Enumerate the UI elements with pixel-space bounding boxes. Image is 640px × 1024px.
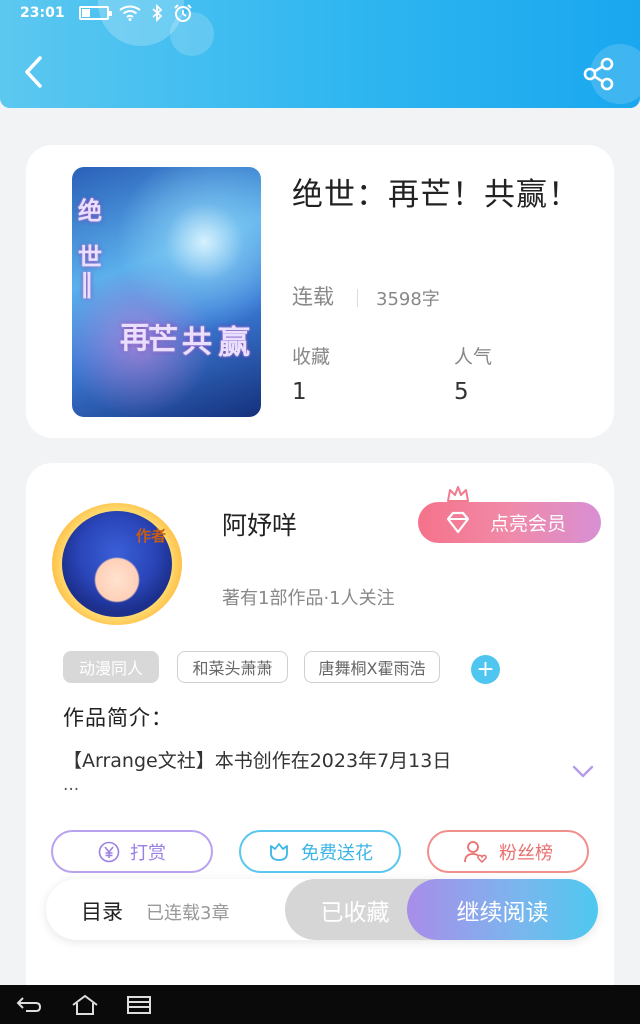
intro-title: 作品简介： [63, 706, 173, 730]
system-nav-bar [0, 985, 640, 1024]
cover-lettering: 世 [78, 242, 102, 271]
cover-lettering: 共 [182, 325, 212, 360]
author-badge: 作者 [136, 527, 167, 545]
toc-button[interactable]: 目录 [81, 896, 123, 926]
tag-item[interactable]: 和菜头萧萧 [177, 651, 288, 683]
stat-value-collect: 1 [292, 379, 307, 405]
bottom-action-bar: 目录 已连载3章 已收藏 继续阅读 [46, 879, 598, 940]
wifi-icon [119, 5, 141, 21]
cover-lettering: 再 [120, 321, 150, 356]
back-arrow-icon[interactable] [18, 54, 50, 90]
yen-icon [98, 841, 120, 862]
alarm-icon [173, 4, 192, 22]
stat-label-collect: 收藏 [292, 346, 331, 368]
home-icon[interactable] [70, 993, 100, 1017]
word-count: 3598字 [376, 289, 440, 310]
tip-button[interactable]: 打赏 [51, 830, 213, 873]
cover-lettering: ‖ [80, 269, 93, 299]
header: 23:01 [0, 0, 640, 108]
fan-ranking-button[interactable]: 粉丝榜 [427, 830, 589, 873]
recent-apps-icon[interactable] [124, 993, 154, 1017]
vip-button-label: 点亮会员 [490, 513, 567, 535]
book-info-card: 绝 世 ‖ 再 芒 共 赢 绝世：再芒！共赢！ 连载 3598字 收藏 1 人气… [26, 145, 614, 438]
avatar-frame[interactable]: 作者 [52, 503, 182, 625]
collected-label: 已收藏 [320, 899, 390, 926]
continue-reading-button[interactable]: 继续阅读 [407, 879, 598, 940]
tag-item[interactable]: 动漫同人 [63, 651, 159, 683]
free-flower-label: 免费送花 [301, 842, 373, 864]
author-meta: 著有1部作品·1人关注 [222, 588, 395, 609]
flower-icon [270, 842, 288, 861]
tag-item[interactable]: 唐舞桐X霍雨浩 [304, 651, 440, 683]
book-cover-image[interactable]: 绝 世 ‖ 再 芒 共 赢 [72, 167, 261, 417]
continue-reading-label: 继续阅读 [456, 899, 549, 926]
fan-ranking-label: 粉丝榜 [499, 842, 553, 864]
back-icon[interactable] [14, 993, 44, 1017]
chevron-down-icon[interactable] [571, 764, 595, 780]
cover-lettering: 芒 [148, 323, 178, 358]
crown-icon [447, 486, 469, 502]
status-bar: 23:01 [0, 0, 640, 26]
chapter-count: 已连载3章 [146, 903, 230, 924]
tip-button-label: 打赏 [130, 842, 166, 864]
free-flower-button[interactable]: 免费送花 [239, 830, 401, 873]
battery-icon [78, 6, 112, 20]
divider [357, 289, 358, 307]
cover-lettering: 绝 [78, 196, 102, 225]
share-icon[interactable] [580, 55, 618, 93]
book-status: 连载 [292, 285, 334, 309]
author-name[interactable]: 阿妤咩 [222, 506, 297, 542]
add-tag-button[interactable]: + [471, 655, 500, 684]
cover-lettering: 赢 [218, 323, 251, 361]
intro-text: 【Arrange文社】本书创作在2023年7月13日 [63, 750, 452, 772]
stat-label-popularity: 人气 [454, 346, 493, 368]
book-title: 绝世：再芒！共赢！ [292, 177, 580, 213]
stat-value-popularity: 5 [454, 379, 469, 405]
bluetooth-icon [151, 4, 162, 22]
status-time: 23:01 [20, 5, 65, 21]
status-icons [78, 4, 193, 22]
intro-ellipsis: ... [63, 775, 80, 795]
diamond-icon [446, 511, 470, 534]
vip-button[interactable]: 点亮会员 [418, 502, 601, 543]
user-heart-icon [464, 840, 487, 863]
